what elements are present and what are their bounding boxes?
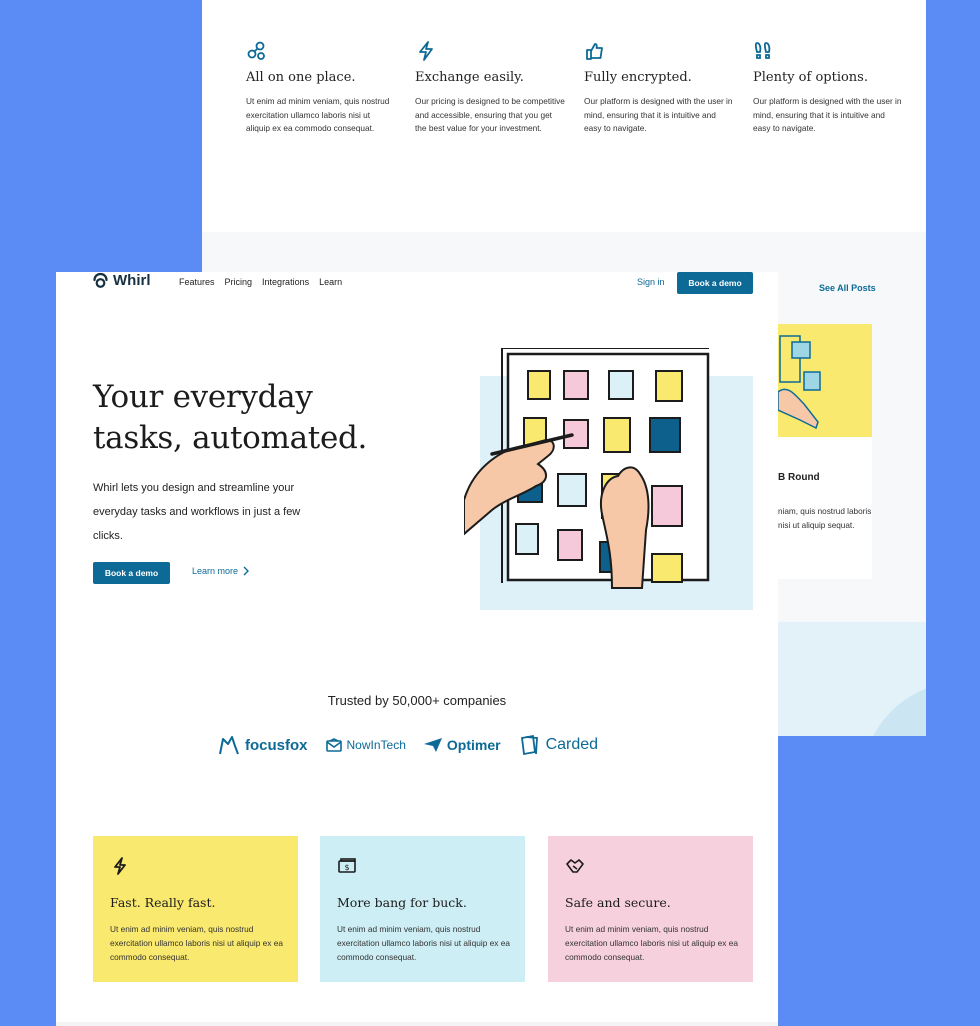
feature-exchange: Exchange easily. Our pricing is designed… (415, 40, 565, 136)
company-logos: focusfox NowInTech Optimer Carded (218, 734, 598, 756)
footprints-icon (754, 42, 771, 59)
post-thumbnail[interactable] (778, 324, 872, 437)
header-book-demo-button[interactable]: Book a demo (677, 272, 753, 294)
money-icon: $ (338, 858, 356, 873)
post-desc: niam, quis nostrud laboris nisi ut aliqu… (778, 507, 872, 530)
carded-name: Carded (545, 736, 599, 753)
nav-learn[interactable]: Learn (319, 277, 342, 287)
main-nav: Features Pricing Integrations Learn (179, 277, 342, 287)
optimer-logo: Optimer (423, 737, 501, 753)
section-divider (56, 1022, 778, 1026)
feature-title: All on one place. (246, 70, 356, 85)
nodes-icon (247, 41, 265, 60)
svg-text:$: $ (344, 863, 349, 872)
chevron-right-icon (243, 566, 250, 576)
feature-desc: Our platform is designed with the user i… (753, 96, 902, 134)
post-illustration (778, 335, 821, 430)
hero-title-line2: tasks, automated. (93, 420, 368, 456)
sign-in-link[interactable]: Sign in (637, 277, 665, 287)
handshake-icon (566, 859, 584, 873)
feature-desc: Ut enim ad minim veniam, quis nostrud ex… (246, 96, 390, 134)
feature-title: Exchange easily. (415, 70, 524, 85)
card-desc: Ut enim ad minim veniam, quis nostrud ex… (110, 924, 283, 962)
lightning-icon (419, 41, 433, 61)
hero-description: Whirl lets you design and streamline you… (93, 482, 301, 542)
feature-all-in-one: All on one place. Ut enim ad minim venia… (246, 40, 396, 136)
paper-plane-icon (423, 738, 442, 752)
lightning-icon (114, 857, 126, 875)
front-page-screenshot: Whirl Features Pricing Integrations Lear… (56, 272, 778, 1026)
hero-title: Your everyday tasks, automated. (93, 377, 413, 459)
feature-desc: Our platform is designed with the user i… (584, 96, 733, 134)
card-title: Safe and secure. (565, 895, 671, 910)
hero-title-line1: Your everyday (93, 379, 313, 415)
feature-encrypted: Fully encrypted. Our platform is designe… (584, 40, 734, 136)
card-title: More bang for buck. (337, 895, 467, 910)
optimer-name: Optimer (446, 737, 501, 753)
feature-card-value: $ More bang for buck. Ut enim ad minim v… (320, 836, 525, 982)
feature-card-fast: Fast. Really fast. Ut enim ad minim veni… (93, 836, 298, 982)
decorative-circle (862, 682, 926, 736)
envelope-icon (325, 738, 342, 752)
fox-icon (219, 736, 239, 755)
nowintech-logo: NowInTech (325, 738, 406, 752)
card-desc: Ut enim ad minim veniam, quis nostrud ex… (337, 924, 510, 962)
whirl-logo[interactable]: Whirl (92, 272, 151, 289)
nav-pricing[interactable]: Pricing (225, 277, 253, 287)
card-desc: Ut enim ad minim veniam, quis nostrud ex… (565, 924, 738, 962)
trusted-by-text: Trusted by 50,000+ companies (327, 693, 507, 708)
nav-integrations[interactable]: Integrations (262, 277, 309, 287)
nav-features[interactable]: Features (179, 277, 215, 287)
see-all-posts-link[interactable]: See All Posts (819, 283, 876, 293)
sticky-notes-board-illustration (464, 348, 753, 610)
feature-title: Plenty of options. (753, 70, 868, 85)
focusfox-logo: focusfox (218, 734, 308, 756)
feature-title: Fully encrypted. (584, 70, 692, 85)
cards-icon (520, 734, 538, 756)
learn-more-link[interactable]: Learn more (192, 566, 250, 576)
hero-book-demo-button[interactable]: Book a demo (93, 562, 170, 584)
feature-desc: Our pricing is designed to be competitiv… (415, 96, 565, 134)
brand-name: Whirl (113, 272, 151, 289)
feature-options: Plenty of options. Our platform is desig… (753, 40, 903, 136)
nowintech-name: NowInTech (346, 738, 406, 752)
feature-card-secure: Safe and secure. Ut enim ad minim veniam… (548, 836, 753, 982)
learn-more-label: Learn more (192, 566, 239, 576)
carded-logo: Carded (519, 734, 598, 756)
card-title: Fast. Really fast. (110, 895, 216, 910)
post-title[interactable]: B Round (778, 472, 820, 483)
focusfox-name: focusfox (245, 736, 308, 754)
thumbs-up-icon (586, 43, 603, 60)
whirl-logo-icon (93, 272, 108, 288)
